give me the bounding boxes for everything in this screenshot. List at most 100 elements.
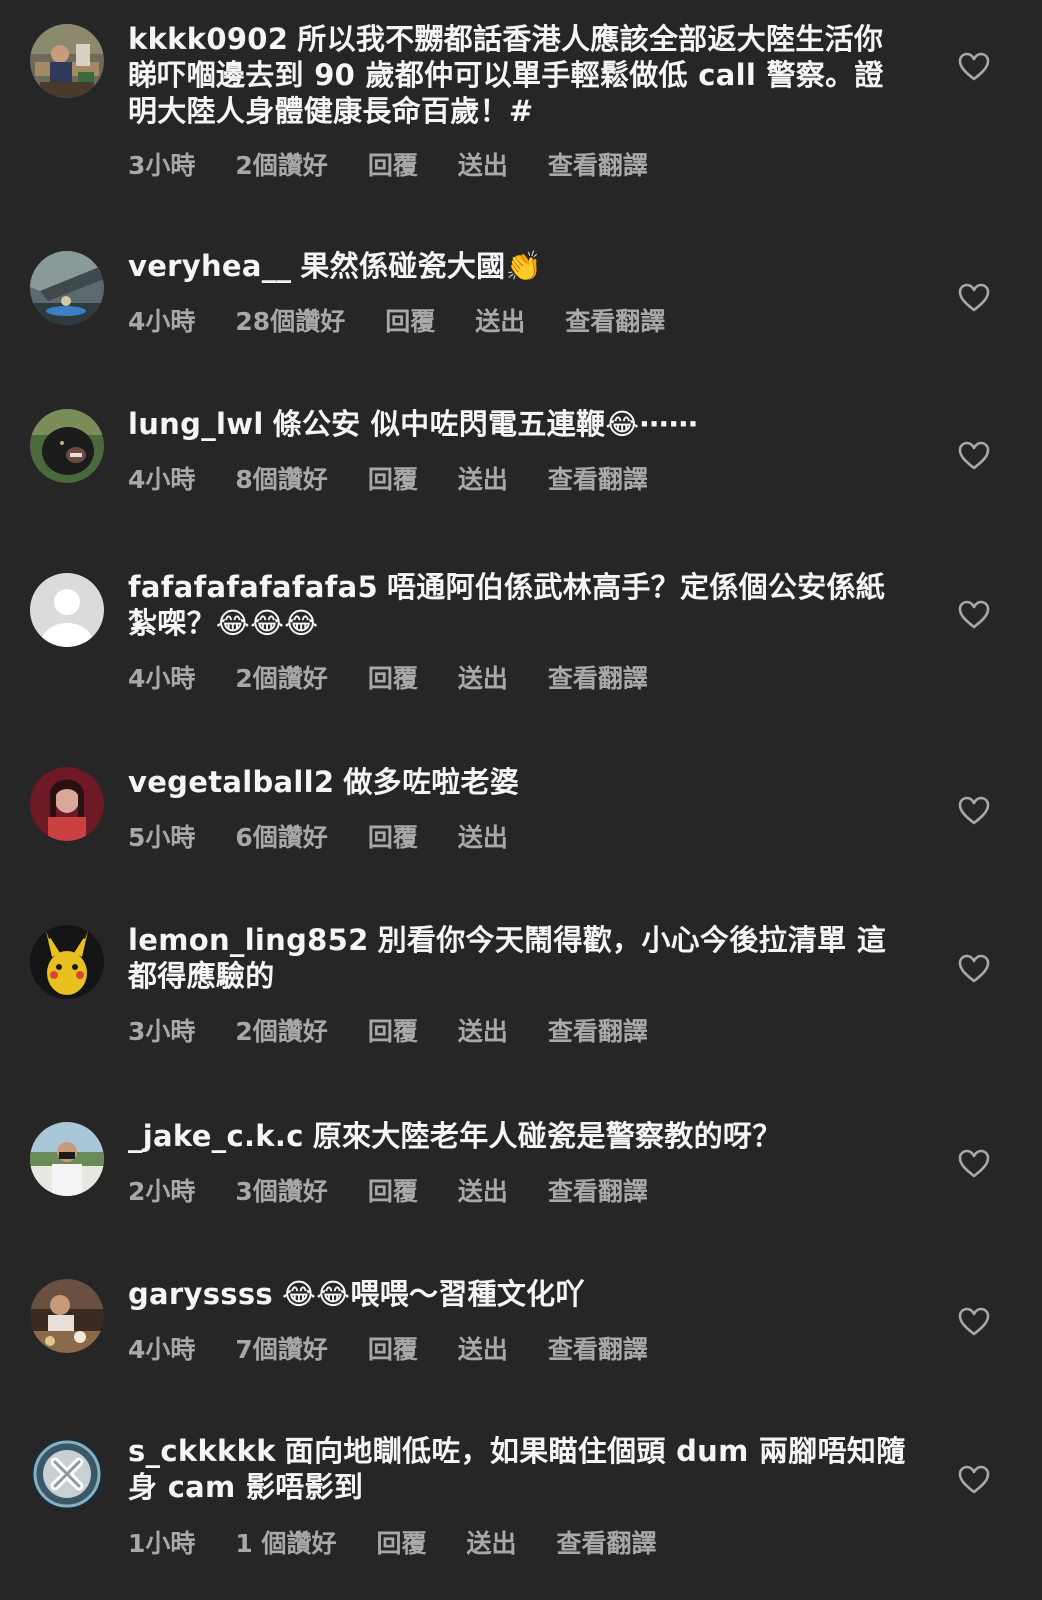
likes-count[interactable]: 2個讚好 [235,146,327,182]
send-button[interactable]: 送出 [458,818,508,854]
comment-username[interactable]: lung_lwl [128,407,264,441]
reply-button[interactable]: 回覆 [368,818,418,854]
comment-username[interactable]: s_ckkkkk [128,1434,276,1468]
comment-text: _jake_c.k.c 原來大陸老年人碰瓷是警察教的呀？ [128,1118,908,1154]
send-button[interactable]: 送出 [458,1012,508,1048]
avatar-image [30,251,104,325]
translate-button[interactable]: 查看翻譯 [548,1172,648,1208]
likes-count[interactable]: 28個讚好 [235,302,345,338]
comment-username[interactable]: lemon_ling852 [128,923,369,957]
reply-button[interactable]: 回覆 [368,146,418,182]
comment-body: 條公安 似中咗閃電五連鞭😂⋯⋯ [272,407,699,441]
avatar-image [30,409,104,483]
likes-count[interactable]: 7個讚好 [235,1330,327,1366]
comment-meta: 4小時 28個讚好 回覆 送出 查看翻譯 [128,302,705,338]
avatar-image [30,24,104,98]
comment-time: 4小時 [128,1335,196,1364]
comment-time: 3小時 [128,1017,196,1046]
comment-text: garyssss 😂😂喂喂～習種文化吖 [128,1276,908,1312]
heart-icon[interactable] [958,441,990,471]
comment-text: s_ckkkkk 面向地瞓低咗，如果瞄住個頭 dum 兩腳唔知隨身 cam 影唔影… [128,1433,908,1505]
avatar[interactable] [30,409,104,483]
likes-count[interactable]: 6個讚好 [235,818,327,854]
translate-button[interactable]: 查看翻譯 [548,146,648,182]
heart-icon[interactable] [958,1465,990,1495]
pikachu-icon [30,925,104,999]
comment-time: 5小時 [128,823,196,852]
translate-button[interactable]: 查看翻譯 [548,460,648,496]
avatar[interactable] [30,251,104,325]
comment-time: 1小時 [128,1529,196,1558]
reply-button[interactable]: 回覆 [368,659,418,695]
comment-username[interactable]: _jake_c.k.c [128,1119,304,1153]
likes-count[interactable]: 1 個讚好 [235,1524,336,1560]
heart-icon[interactable] [958,52,990,82]
heart-icon[interactable] [958,796,990,826]
comment-meta: 4小時 2個讚好 回覆 送出 查看翻譯 [128,659,688,695]
reply-button[interactable]: 回覆 [368,1012,418,1048]
comment-meta: 1小時 1 個讚好 回覆 送出 查看翻譯 [128,1524,697,1560]
avatar[interactable] [30,925,104,999]
comment-time: 4小時 [128,664,196,693]
comment-body: 😂😂喂喂～習種文化吖 [281,1277,585,1311]
translate-button[interactable]: 查看翻譯 [557,1524,657,1560]
comment-username[interactable]: veryhea__ [128,249,291,283]
likes-count[interactable]: 2個讚好 [235,1012,327,1048]
translate-button[interactable]: 查看翻譯 [565,302,665,338]
comment-meta: 2小時 3個讚好 回覆 送出 查看翻譯 [128,1172,688,1208]
heart-icon[interactable] [958,1149,990,1179]
avatar[interactable] [30,1437,104,1511]
translate-button[interactable]: 查看翻譯 [548,1330,648,1366]
comment-text: lemon_ling852 別看你今天鬧得歡，小心今後拉清單 這都得應驗的 [128,922,908,994]
heart-icon[interactable] [958,954,990,984]
likes-count[interactable]: 8個讚好 [235,460,327,496]
send-button[interactable]: 送出 [475,302,525,338]
reply-button[interactable]: 回覆 [368,1330,418,1366]
default-avatar-icon [30,573,104,647]
comment-meta: 4小時 7個讚好 回覆 送出 查看翻譯 [128,1330,688,1366]
avatar[interactable] [30,1122,104,1196]
send-button[interactable]: 送出 [458,1330,508,1366]
translate-button[interactable]: 查看翻譯 [548,1012,648,1048]
avatar-image [30,767,104,841]
comment-text: veryhea__ 果然係碰瓷大國👏 [128,248,908,284]
avatar[interactable] [30,767,104,841]
comment-body: 果然係碰瓷大國👏 [300,249,542,283]
comment-meta: 5小時 6個讚好 回覆 送出 [128,818,548,854]
heart-icon[interactable] [958,1307,990,1337]
likes-count[interactable]: 3個讚好 [235,1172,327,1208]
comment-body: 原來大陸老年人碰瓷是警察教的呀？ [312,1119,782,1153]
comment-username[interactable]: fafafafafafafa5 [128,570,378,604]
comment-time: 3小時 [128,151,196,180]
comment-time: 4小時 [128,465,196,494]
reply-button[interactable]: 回覆 [377,1524,427,1560]
comment-meta: 3小時 2個讚好 回覆 送出 查看翻譯 [128,146,688,182]
avatar-image [30,1279,104,1353]
comment-username[interactable]: vegetalball2 [128,765,334,799]
heart-icon[interactable] [958,600,990,630]
translate-button[interactable]: 查看翻譯 [548,659,648,695]
send-button[interactable]: 送出 [458,146,508,182]
send-button[interactable]: 送出 [458,460,508,496]
comment-username[interactable]: garyssss [128,1277,273,1311]
avatar[interactable] [30,573,104,647]
avatar[interactable] [30,24,104,98]
reply-button[interactable]: 回覆 [385,302,435,338]
comment-text: fafafafafafafa5 唔通阿伯係武林高手？定係個公安係紙紮㗎？😂😂😂 [128,569,908,641]
x-logo-icon [30,1437,104,1511]
comment-username[interactable]: kkkk0902 [128,22,288,56]
avatar[interactable] [30,1279,104,1353]
comment-time: 2小時 [128,1177,196,1206]
reply-button[interactable]: 回覆 [368,460,418,496]
avatar-image [30,1122,104,1196]
likes-count[interactable]: 2個讚好 [235,659,327,695]
comment-time: 4小時 [128,307,196,336]
comment-text: kkkk0902 所以我不嬲都話香港人應該全部返大陸生活你睇吓嗰邊去到 90 歲都… [128,21,908,129]
send-button[interactable]: 送出 [458,1172,508,1208]
send-button[interactable]: 送出 [458,659,508,695]
reply-button[interactable]: 回覆 [368,1172,418,1208]
heart-icon[interactable] [958,283,990,313]
comment-body: 做多咗啦老婆 [343,765,520,799]
comment-text: lung_lwl 條公安 似中咗閃電五連鞭😂⋯⋯ [128,406,908,442]
send-button[interactable]: 送出 [467,1524,517,1560]
